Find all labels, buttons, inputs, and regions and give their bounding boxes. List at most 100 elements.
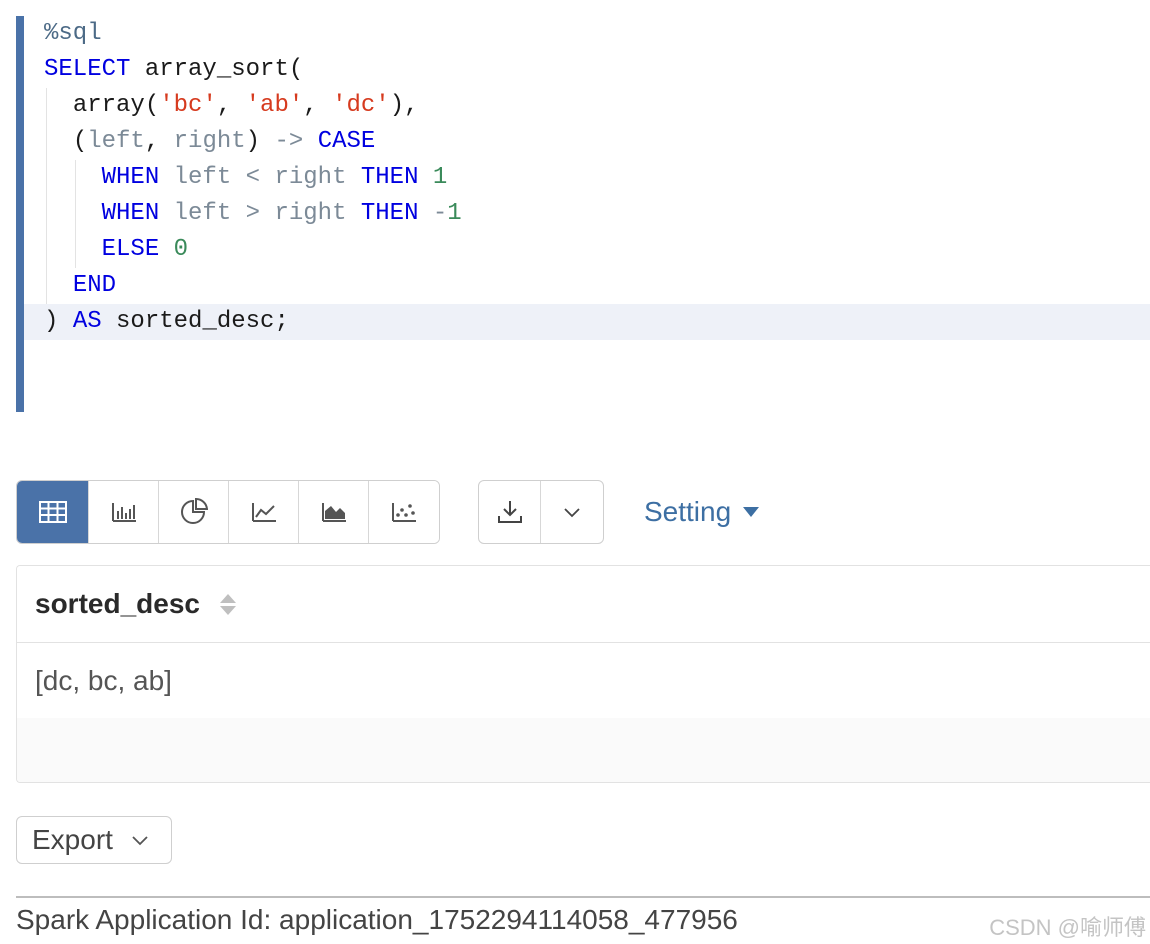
code-token: ELSE xyxy=(101,236,160,263)
code-token: -> xyxy=(274,128,304,155)
code-token: , xyxy=(303,92,333,119)
chevron-down-icon xyxy=(132,836,148,846)
code-token: , xyxy=(144,128,174,155)
code-token: - xyxy=(432,200,448,227)
code-token: 1 xyxy=(432,164,448,191)
scatter-chart-icon xyxy=(392,503,416,522)
code-token: < xyxy=(245,164,261,191)
code-token: THEN xyxy=(360,200,419,227)
code-token: 1 xyxy=(447,200,462,227)
bar-chart-icon xyxy=(111,503,136,522)
code-token: left xyxy=(87,128,145,155)
bar-chart-button[interactable] xyxy=(89,481,159,543)
indent-guide xyxy=(75,232,76,268)
code-area[interactable]: %sql SELECT array_sort( array('bc', 'ab',… xyxy=(24,16,1150,340)
code-token: CASE xyxy=(317,128,376,155)
setting-label: Setting xyxy=(644,496,732,527)
visualization-toolbar xyxy=(16,480,440,544)
code-token: 'dc' xyxy=(332,92,390,119)
indent-guide xyxy=(46,232,47,268)
code-line[interactable]: WHEN left < right THEN 1 xyxy=(24,160,1150,196)
pie-chart-icon xyxy=(180,498,208,524)
code-line[interactable]: (left, right) -> CASE xyxy=(24,124,1150,160)
code-token: SELECT xyxy=(44,56,131,83)
code-line[interactable]: %sql xyxy=(24,16,1150,52)
download-icon xyxy=(497,501,522,523)
pie-chart-button[interactable] xyxy=(159,481,229,543)
export-button[interactable]: Export xyxy=(16,816,172,864)
code-token: WHEN xyxy=(101,200,160,227)
table-icon xyxy=(38,501,67,523)
sort-icon[interactable] xyxy=(219,593,236,615)
code-token: 0 xyxy=(173,236,189,263)
footer-divider xyxy=(16,896,1150,898)
column-header-sorted-desc[interactable]: sorted_desc xyxy=(35,588,200,620)
code-token: THEN xyxy=(360,164,419,191)
table-header: sorted_desc xyxy=(17,566,1150,643)
code-line[interactable]: END xyxy=(24,268,1150,304)
result-table: sorted_desc [dc, bc, ab] xyxy=(16,565,1150,783)
line-chart-icon xyxy=(251,503,276,522)
code-token: 'ab' xyxy=(245,92,304,119)
line-chart-button[interactable] xyxy=(229,481,299,543)
indent-guide xyxy=(46,124,47,160)
spark-application-id: Spark Application Id: application_175229… xyxy=(16,904,738,935)
table-cell: [dc, bc, ab] xyxy=(35,664,172,696)
area-chart-button[interactable] xyxy=(299,481,369,543)
indent-guide xyxy=(75,196,76,232)
table-view-button[interactable] xyxy=(17,481,89,543)
code-token: ( xyxy=(72,128,88,155)
code-token: 'bc' xyxy=(159,92,217,119)
scatter-chart-button[interactable] xyxy=(369,481,439,543)
setting-dropdown[interactable]: Setting xyxy=(644,494,760,530)
export-label: Export xyxy=(32,824,113,855)
table-row: [dc, bc, ab] xyxy=(17,643,1150,718)
area-chart-icon xyxy=(321,503,346,522)
code-token: array_sort( xyxy=(130,56,304,83)
table-empty-area xyxy=(17,718,1150,782)
code-token: right xyxy=(274,200,347,227)
code-token: left xyxy=(173,200,232,227)
code-token: > xyxy=(245,200,261,227)
code-token: right xyxy=(173,128,246,155)
code-line[interactable]: SELECT array_sort( xyxy=(24,52,1150,88)
code-token: array( xyxy=(72,92,160,119)
download-toolbar xyxy=(478,480,604,544)
code-line[interactable]: ELSE 0 xyxy=(24,232,1150,268)
indent-guide xyxy=(46,160,47,196)
indent-guide xyxy=(75,160,76,196)
caret-down-icon xyxy=(743,507,760,517)
download-options-button[interactable] xyxy=(541,481,603,543)
code-token: right xyxy=(274,164,347,191)
code-line[interactable]: ) AS sorted_desc; xyxy=(24,304,1150,340)
code-token: ) xyxy=(245,128,275,155)
code-token: ), xyxy=(389,92,419,119)
code-token: left xyxy=(173,164,232,191)
watermark: CSDN @喻师傅 xyxy=(989,915,1146,940)
indent-guide xyxy=(46,268,47,304)
code-line[interactable]: WHEN left > right THEN -1 xyxy=(24,196,1150,232)
code-token: ) xyxy=(44,308,73,335)
code-line[interactable]: array('bc', 'ab', 'dc'), xyxy=(24,88,1150,124)
sql-editor[interactable]: %sql SELECT array_sort( array('bc', 'ab',… xyxy=(16,16,1150,412)
code-token: %sql xyxy=(44,20,102,47)
download-button[interactable] xyxy=(479,481,541,543)
chevron-down-icon xyxy=(564,508,580,518)
code-token: END xyxy=(72,272,117,299)
code-token: AS xyxy=(72,308,102,335)
